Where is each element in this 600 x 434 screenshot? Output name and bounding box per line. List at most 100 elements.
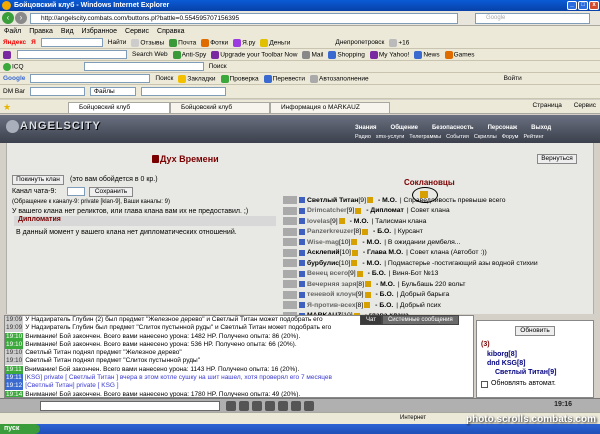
nav-forum[interactable]: Форум — [502, 134, 519, 140]
menu-view[interactable]: Вид — [61, 26, 74, 37]
private-icon[interactable] — [304, 401, 314, 411]
files-dropdown[interactable]: Файлы — [90, 87, 136, 96]
back-game-button[interactable]: Вернуться — [537, 154, 577, 164]
weather-temp[interactable]: +16 — [389, 38, 409, 47]
back-button[interactable]: ‹ — [2, 12, 14, 24]
dm-search-input[interactable] — [30, 87, 86, 96]
info-icon[interactable] — [351, 249, 358, 256]
nav-sms[interactable]: sms-услуги — [376, 134, 404, 140]
icq-search-button[interactable]: Поиск — [209, 63, 227, 70]
nav-chat[interactable]: Общение — [391, 125, 418, 131]
member-name[interactable]: Panzerkreuzer — [307, 228, 353, 235]
chat-time[interactable]: 19:10 — [5, 340, 24, 349]
autofill-button[interactable]: Автозаполнение — [310, 74, 369, 83]
member-name[interactable]: теневой клоун — [307, 291, 356, 298]
nav-exit[interactable]: Выход — [531, 125, 551, 131]
auto-refresh-checkbox[interactable] — [481, 381, 488, 388]
url-input[interactable]: http://angelscity.combats.com/buttons.pl… — [30, 13, 458, 24]
chat-time[interactable]: 19:11 — [5, 365, 23, 374]
member-name[interactable]: lovelas — [307, 218, 330, 225]
options-icon[interactable] — [291, 401, 301, 411]
info-icon[interactable] — [364, 281, 371, 288]
money-button[interactable]: Деньги — [260, 38, 290, 47]
nav-telegrams[interactable]: Телеграммы — [409, 134, 441, 140]
nav-character[interactable]: Персонаж — [488, 125, 518, 131]
dm-address-input[interactable] — [140, 87, 226, 96]
tab-markauz-info[interactable]: Информация о MARKAUZ — [270, 102, 390, 113]
translit-icon[interactable] — [239, 401, 249, 411]
info-icon[interactable] — [364, 291, 371, 298]
minimize-button[interactable]: _ — [567, 1, 577, 10]
chat-time[interactable]: 19:10 — [5, 349, 24, 358]
yahoo-icon[interactable] — [3, 50, 11, 59]
sign-in-button[interactable]: Войти — [504, 75, 522, 82]
info-icon[interactable] — [362, 228, 369, 235]
member-name[interactable]: Я-против-всех — [307, 302, 356, 309]
sound-icon[interactable] — [278, 401, 288, 411]
close-button[interactable]: x — [589, 1, 599, 10]
yaru-button[interactable]: Я.ру — [233, 38, 255, 47]
menu-favorites[interactable]: Избранное — [82, 26, 117, 37]
icq-search-input[interactable] — [83, 62, 204, 71]
nav-rating[interactable]: Рейтинг — [523, 134, 543, 140]
member-name[interactable]: Wise-mag — [307, 239, 339, 246]
refresh-button[interactable]: Обновить — [515, 326, 555, 336]
yahoo-search-input[interactable] — [17, 50, 127, 59]
nav-events[interactable]: События — [446, 134, 469, 140]
info-icon[interactable] — [366, 197, 373, 204]
favorites-star-icon[interactable]: ★ — [3, 102, 11, 113]
mail-button[interactable]: Почта — [169, 38, 196, 47]
yandex-search-input[interactable] — [40, 38, 103, 47]
chat-time[interactable]: 19:14 — [5, 390, 24, 397]
upgrade-button[interactable]: Upgrade your Toolbar Now — [211, 50, 297, 59]
start-button[interactable]: пуск — [0, 424, 40, 434]
chat-time[interactable]: 19:09 — [5, 316, 24, 324]
chat-time[interactable]: 19:12 — [5, 382, 24, 391]
shopping-button[interactable]: Shopping — [328, 50, 365, 59]
my-yahoo-button[interactable]: My Yahoo! — [369, 50, 409, 59]
info-icon[interactable] — [351, 239, 358, 246]
tab-fight-club-1[interactable]: Бойцовский клуб — [68, 102, 170, 113]
bookmarks-button[interactable]: Закладки — [178, 74, 216, 83]
weather-city[interactable]: Днепропетровск — [335, 39, 384, 46]
online-user[interactable]: dnd KSG[8] — [487, 360, 526, 367]
info-icon[interactable] — [355, 207, 362, 214]
nav-radio[interactable]: Радио — [355, 134, 371, 140]
page-menu[interactable]: Страница — [532, 102, 561, 109]
games-button[interactable]: Games — [444, 50, 475, 59]
member-name[interactable]: Вечерняя заря — [307, 281, 356, 288]
filter-icon[interactable] — [265, 401, 275, 411]
clear-icon[interactable] — [252, 401, 262, 411]
tools-menu[interactable]: Сервис — [574, 102, 596, 109]
google-logo[interactable]: Google — [3, 75, 25, 82]
yandex-find-button[interactable]: Найти — [108, 39, 127, 46]
chat-time[interactable]: 19:10 — [5, 357, 24, 366]
save-channel-button[interactable]: Сохранить — [89, 187, 133, 197]
yahoo-mail-button[interactable]: Mail — [302, 50, 323, 59]
nav-scrolls[interactable]: Скриллы — [474, 134, 497, 140]
search-web-button[interactable]: Search Web — [132, 51, 168, 58]
member-name[interactable]: бурбулис — [307, 260, 339, 267]
nav-security[interactable]: Безопасность — [432, 125, 474, 131]
info-icon[interactable] — [338, 218, 345, 225]
tab-system-messages[interactable]: Системные сообщения — [381, 315, 459, 325]
google-search-input[interactable] — [30, 74, 151, 83]
member-name[interactable]: Drimcatcher — [307, 207, 347, 214]
menu-file[interactable]: Файл — [4, 26, 21, 37]
forward-button[interactable]: › — [15, 12, 27, 24]
translate-button[interactable]: Перевести — [263, 74, 305, 83]
online-user[interactable]: kiborg[8] — [487, 351, 517, 358]
maximize-button[interactable]: □ — [578, 1, 588, 10]
leave-clan-button[interactable]: Покинуть клан — [12, 175, 64, 185]
info-icon[interactable] — [351, 260, 358, 267]
yandex-y-button[interactable]: Я — [31, 39, 36, 46]
anti-spy-button[interactable]: Anti-Spy — [172, 50, 206, 59]
online-user[interactable]: Светлый Титан[9] — [495, 369, 557, 376]
news-button[interactable]: News — [414, 50, 440, 59]
member-name[interactable]: Светлый Титан — [307, 197, 358, 204]
member-name[interactable]: Венец всего — [307, 270, 348, 277]
browser-search-input[interactable]: Google — [475, 13, 590, 24]
chat-time[interactable]: 19:10 — [5, 332, 24, 341]
menu-edit[interactable]: Правка — [29, 26, 53, 37]
chat-time[interactable]: 19:11 — [5, 374, 23, 383]
